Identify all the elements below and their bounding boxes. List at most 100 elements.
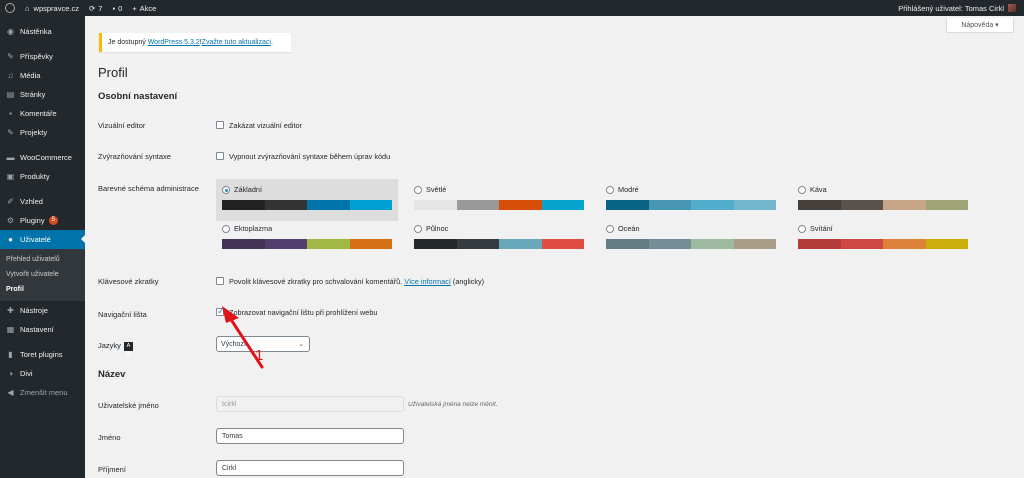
menu-dashboard[interactable]: ◉ Nástěnka <box>0 22 85 41</box>
menu-divi[interactable]: ◑ Divi <box>0 364 85 383</box>
last-name-label: Příjmení <box>98 465 126 474</box>
new-content-menu[interactable]: + Akce <box>127 0 161 16</box>
color-scheme-swatches <box>606 200 776 210</box>
comment-icon: ▪ <box>112 3 116 13</box>
color-swatch <box>691 200 734 210</box>
submenu-users-all[interactable]: Přehled uživatelů <box>0 252 85 267</box>
divi-icon: ◑ <box>8 369 13 378</box>
shortcuts-checkbox[interactable] <box>216 277 224 285</box>
menu-products[interactable]: ▣ Produkty <box>0 167 85 186</box>
language-select[interactable]: Výchozí ⌄ <box>216 336 310 352</box>
color-scheme-name: Základní <box>234 185 262 194</box>
color-scheme-option[interactable]: Modré <box>600 179 782 221</box>
toolbar-checkbox[interactable] <box>216 306 225 317</box>
username-label: Uživatelské jméno <box>98 401 159 410</box>
page-title: Profil <box>98 65 128 80</box>
color-scheme-option[interactable]: Oceán <box>600 218 782 260</box>
color-scheme-name: Oceán <box>618 224 640 233</box>
section-personal-options: Osobní nastavení <box>98 91 178 102</box>
color-swatch <box>541 200 584 210</box>
first-name-input[interactable]: Tomas <box>216 428 404 444</box>
users-submenu: Přehled uživatelů Vytvořit uživatele Pro… <box>0 249 85 301</box>
color-scheme-radio[interactable] <box>222 225 230 233</box>
color-scheme-option[interactable]: Světlé <box>408 179 590 221</box>
color-swatch <box>264 239 307 249</box>
color-scheme-swatches <box>222 239 392 249</box>
color-scheme-name: Káva <box>810 185 827 194</box>
menu-pages[interactable]: ▤ Stránky <box>0 85 85 104</box>
color-swatch <box>883 239 926 249</box>
color-scheme-name: Půlnoc <box>426 224 449 233</box>
menu-media[interactable]: ♫ Média <box>0 66 85 85</box>
comments-link[interactable]: ▪ 0 <box>107 0 127 16</box>
my-account-menu[interactable]: Přihlášený uživatel: Tomas Cirkl <box>898 4 1024 13</box>
help-button[interactable]: Nápověda ▾ <box>946 18 1014 33</box>
brush-icon: ✐ <box>7 197 14 206</box>
plugin-icon: ⚙ <box>6 216 15 225</box>
collapse-menu-button[interactable]: ◀ Zmenšit menu <box>0 383 85 402</box>
color-scheme-swatches <box>222 200 392 210</box>
menu-posts[interactable]: ✎ Příspěvky <box>0 47 85 66</box>
update-now-link[interactable]: Zvažte tuto aktualizaci <box>202 39 271 46</box>
menu-plugins[interactable]: ⚙ Pluginy 5 <box>0 211 85 230</box>
visual-editor-checkbox[interactable] <box>216 121 224 129</box>
menu-toret[interactable]: ▮ Toret plugins <box>0 345 85 364</box>
menu-tools[interactable]: ✚ Nástroje <box>0 301 85 320</box>
menu-projects[interactable]: ✎ Projekty <box>0 123 85 142</box>
color-scheme-swatches <box>606 239 776 249</box>
color-swatch <box>606 200 649 210</box>
translation-icon: A文 <box>123 341 133 358</box>
syntax-label: Zvýrazňování syntaxe <box>98 152 171 161</box>
color-scheme-radio[interactable] <box>606 186 614 194</box>
admin-bar: ⌂ wpspravce.cz ⟳ 7 ▪ 0 + Akce Přihlášený uži… <box>0 0 1024 16</box>
wordpress-version-link[interactable]: WordPress 5.3.2 <box>148 39 200 46</box>
submenu-users-new[interactable]: Vytvořit uživatele <box>0 267 85 282</box>
color-swatch <box>925 200 968 210</box>
site-name-link[interactable]: ⌂ wpspravce.cz <box>20 0 84 16</box>
color-scheme-radio[interactable] <box>798 225 806 233</box>
color-swatch <box>840 200 883 210</box>
syntax-checkbox[interactable] <box>216 152 224 160</box>
shortcuts-more-info-link[interactable]: Více informací <box>404 277 451 286</box>
user-icon: ● <box>8 235 13 244</box>
menu-comments[interactable]: ▪ Komentáře <box>0 104 85 123</box>
color-swatch <box>798 200 841 210</box>
color-swatch <box>414 200 457 210</box>
submenu-users-profile[interactable]: Profil <box>0 282 85 297</box>
plugins-update-badge: 5 <box>48 216 58 225</box>
section-name: Název <box>98 369 126 380</box>
updates-icon: ⟳ <box>88 3 96 13</box>
menu-users[interactable]: ● Uživatelé <box>0 230 85 249</box>
menu-woocommerce[interactable]: ▬ WooCommerce <box>0 148 85 167</box>
color-scheme-option[interactable]: Základní <box>216 179 398 221</box>
color-scheme-radio[interactable] <box>606 225 614 233</box>
collapse-icon: ◀ <box>7 388 14 397</box>
wordpress-icon <box>5 3 15 13</box>
last-name-input[interactable]: Cirkl <box>216 460 404 476</box>
color-scheme-name: Ektoplazma <box>234 224 273 233</box>
wp-logo-menu[interactable] <box>0 0 20 16</box>
updates-link[interactable]: ⟳ 7 <box>84 0 107 16</box>
visual-editor-cb-label: Zakázat vizuální editor <box>229 121 303 130</box>
menu-appearance[interactable]: ✐ Vzhled <box>0 192 85 211</box>
color-scheme-radio[interactable] <box>414 225 422 233</box>
color-swatch <box>307 239 350 249</box>
color-scheme-option[interactable]: Ektoplazma <box>216 218 398 260</box>
color-scheme-radio[interactable] <box>222 186 230 194</box>
color-scheme-radio[interactable] <box>798 186 806 194</box>
color-scheme-radio[interactable] <box>414 186 422 194</box>
color-swatch <box>456 239 499 249</box>
color-swatch <box>222 239 265 249</box>
shortcuts-label: Klávesové zkratky <box>98 277 159 286</box>
color-swatch <box>691 239 734 249</box>
color-scheme-option[interactable]: Svítání <box>792 218 974 260</box>
color-scheme-option[interactable]: Káva <box>792 179 974 221</box>
color-scheme-option[interactable]: Půlnoc <box>408 218 590 260</box>
color-scheme-swatches <box>798 239 968 249</box>
color-swatch <box>499 200 542 210</box>
woocommerce-icon: ▬ <box>6 153 15 162</box>
page-icon: ▤ <box>6 90 15 99</box>
syntax-cb-label: Vypnout zvýrazňování syntaxe během úprav… <box>229 152 391 161</box>
menu-settings[interactable]: ▦ Nastavení <box>0 320 85 339</box>
main-content: Nápověda ▾ Je dostupný WordPress 5.3.2! … <box>85 16 1024 478</box>
